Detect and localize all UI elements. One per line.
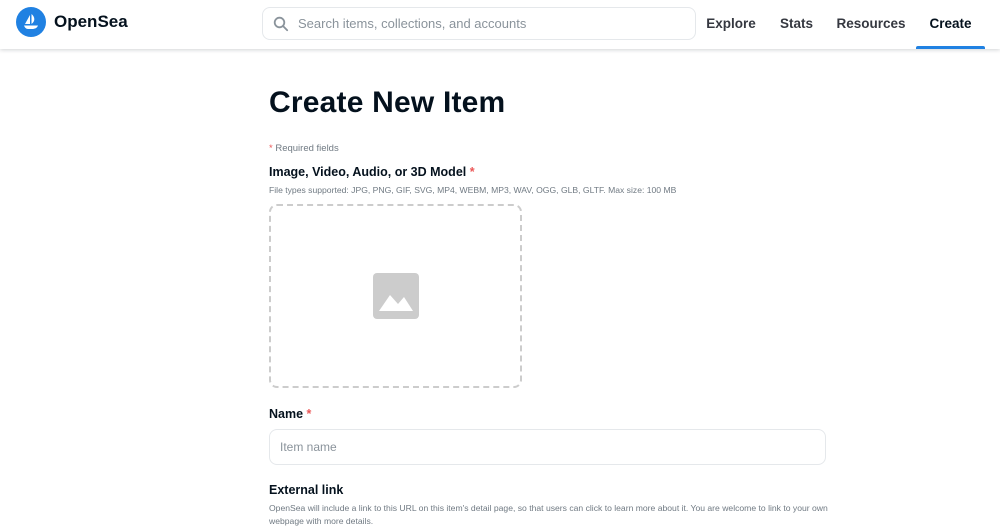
nav-resources[interactable]: Resources: [829, 0, 913, 49]
page-title: Create New Item: [269, 86, 506, 119]
external-link-label: External link: [269, 483, 344, 497]
external-link-hint: OpenSea will include a link to this URL …: [269, 503, 828, 526]
top-navbar: OpenSea Explore Stats Resources Create: [0, 0, 1000, 49]
name-required-star: *: [306, 407, 312, 421]
required-note-text: Required fields: [272, 143, 339, 154]
name-label: Name *: [269, 407, 311, 421]
opensea-logo-link[interactable]: OpenSea: [16, 7, 128, 37]
media-upload-dropzone[interactable]: [269, 204, 522, 388]
nav-explore[interactable]: Explore: [699, 0, 763, 49]
media-file-types-hint: File types supported: JPG, PNG, GIF, SVG…: [269, 185, 677, 195]
brand-name: OpenSea: [54, 12, 128, 31]
image-placeholder-icon: [372, 273, 419, 319]
nav-create[interactable]: Create: [916, 0, 985, 49]
media-required-star: *: [469, 165, 475, 179]
media-label-text: Image, Video, Audio, or 3D Model: [269, 165, 467, 179]
search-bar[interactable]: [262, 7, 696, 40]
required-fields-note: * Required fields: [269, 143, 339, 154]
media-label: Image, Video, Audio, or 3D Model *: [269, 165, 475, 179]
opensea-logo-icon: [16, 7, 46, 37]
item-name-input[interactable]: [269, 429, 826, 465]
search-input[interactable]: [298, 16, 678, 31]
nav-stats[interactable]: Stats: [771, 0, 822, 49]
name-label-text: Name: [269, 407, 304, 421]
search-icon: [273, 16, 289, 31]
